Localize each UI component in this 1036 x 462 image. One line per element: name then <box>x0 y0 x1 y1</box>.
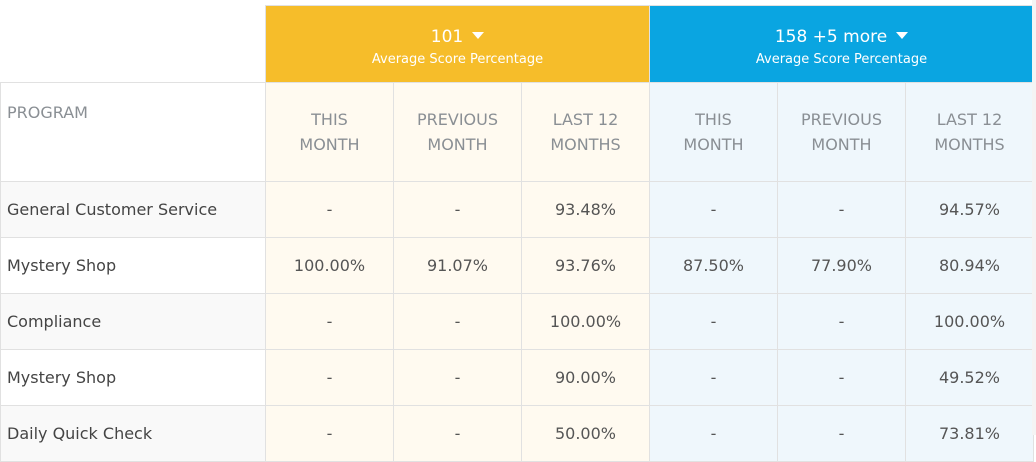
group-header-158[interactable]: 158 +5 more Average Score Percentage <box>649 5 1034 83</box>
score-cell: - <box>265 405 394 462</box>
score-cell: - <box>777 405 906 462</box>
last-12-months-header[interactable]: LAST 12 MONTHS <box>905 82 1034 182</box>
score-report: 101 Average Score Percentage 158 +5 more… <box>0 0 1036 462</box>
group-subtitle: Average Score Percentage <box>371 52 544 67</box>
previous-month-header[interactable]: PREVIOUS MONTH <box>393 82 522 182</box>
group-subtitle: Average Score Percentage <box>755 52 928 67</box>
score-cell: - <box>777 349 906 406</box>
table-row: General Customer Service - - 93.48% - - … <box>0 181 1034 238</box>
caret-down-icon[interactable] <box>896 31 909 39</box>
score-cell: - <box>777 293 906 350</box>
group-header-101[interactable]: 101 Average Score Percentage <box>265 5 650 83</box>
score-cell: 80.94% <box>905 237 1034 294</box>
score-cell: 87.50% <box>649 237 778 294</box>
program-name: Mystery Shop <box>0 237 266 294</box>
score-cell: 100.00% <box>905 293 1034 350</box>
score-cell: - <box>393 349 522 406</box>
score-cell: 93.48% <box>521 181 650 238</box>
corner-cell <box>0 5 266 83</box>
table-row: Mystery Shop - - 90.00% - - 49.52% <box>0 349 1034 406</box>
score-cell: - <box>393 405 522 462</box>
previous-month-header[interactable]: PREVIOUS MONTH <box>777 82 906 182</box>
score-cell: - <box>265 293 394 350</box>
program-column-header[interactable]: PROGRAM <box>0 82 266 182</box>
score-cell: - <box>649 181 778 238</box>
score-cell: - <box>393 293 522 350</box>
this-month-header[interactable]: THIS MONTH <box>265 82 394 182</box>
score-cell: 49.52% <box>905 349 1034 406</box>
score-cell: - <box>265 181 394 238</box>
score-cell: - <box>649 293 778 350</box>
score-cell: 100.00% <box>265 237 394 294</box>
score-cell: 91.07% <box>393 237 522 294</box>
score-cell: 77.90% <box>777 237 906 294</box>
group-title: 101 <box>430 27 464 47</box>
group-title: 158 +5 more <box>774 27 888 47</box>
score-cell: 94.57% <box>905 181 1034 238</box>
score-cell: 73.81% <box>905 405 1034 462</box>
score-cell: 100.00% <box>521 293 650 350</box>
table-row: Daily Quick Check - - 50.00% - - 73.81% <box>0 405 1034 462</box>
score-cell: - <box>649 349 778 406</box>
program-name: Daily Quick Check <box>0 405 266 462</box>
score-cell: - <box>265 349 394 406</box>
score-cell: 50.00% <box>521 405 650 462</box>
score-table: 101 Average Score Percentage 158 +5 more… <box>0 5 1034 462</box>
scrollbar-track[interactable] <box>1032 0 1036 435</box>
score-cell: - <box>777 181 906 238</box>
table-row: Mystery Shop 100.00% 91.07% 93.76% 87.50… <box>0 237 1034 294</box>
score-cell: - <box>649 405 778 462</box>
table-body: General Customer Service - - 93.48% - - … <box>0 181 1034 462</box>
caret-down-icon[interactable] <box>472 31 485 39</box>
score-cell: 93.76% <box>521 237 650 294</box>
score-cell: - <box>393 181 522 238</box>
program-name: Compliance <box>0 293 266 350</box>
last-12-months-header[interactable]: LAST 12 MONTHS <box>521 82 650 182</box>
score-cell: 90.00% <box>521 349 650 406</box>
program-name: Mystery Shop <box>0 349 266 406</box>
table-row: Compliance - - 100.00% - - 100.00% <box>0 293 1034 350</box>
program-name: General Customer Service <box>0 181 266 238</box>
this-month-header[interactable]: THIS MONTH <box>649 82 778 182</box>
